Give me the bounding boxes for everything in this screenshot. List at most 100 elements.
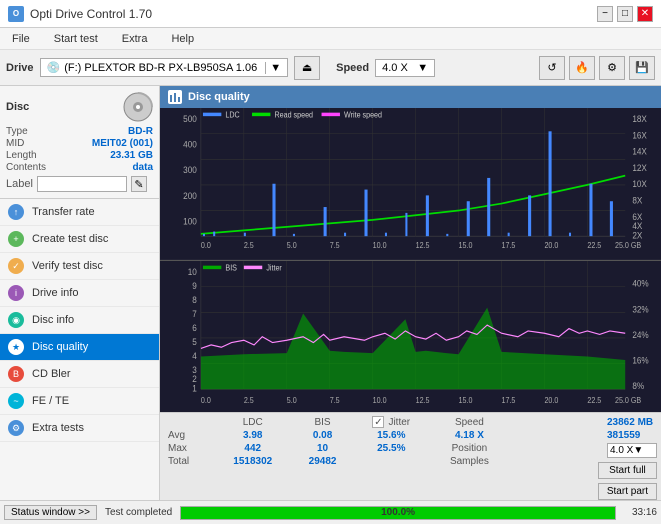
svg-text:16%: 16% [632, 355, 649, 366]
svg-text:4: 4 [192, 350, 197, 361]
drive-icon: 💿 [47, 61, 61, 74]
total-bis: 29482 [292, 455, 352, 468]
svg-text:8: 8 [192, 294, 197, 305]
speed-select-stats[interactable]: 4.0 X ▼ [607, 443, 657, 458]
svg-text:20.0: 20.0 [544, 395, 558, 405]
burn-button[interactable]: 🔥 [569, 56, 595, 80]
drive-dropdown-arrow: ▼ [265, 62, 281, 74]
sidebar-item-extra-tests[interactable]: ⚙ Extra tests [0, 415, 159, 442]
svg-text:15.0: 15.0 [459, 395, 473, 405]
chart-top: 500 400 300 200 100 18X 16X 14X 12X 10X … [160, 108, 661, 261]
svg-text:5: 5 [192, 336, 197, 347]
svg-text:12.5: 12.5 [416, 240, 430, 250]
sidebar-item-label: Disc quality [32, 341, 88, 353]
disc-mid-row: MID MEIT02 (001) [6, 138, 153, 149]
svg-text:1: 1 [192, 383, 197, 394]
speed-row: 4.0 X ▼ [607, 443, 657, 458]
svg-text:7.5: 7.5 [330, 240, 340, 250]
speed-select-arrow: ▼ [633, 445, 643, 456]
col-header-speed: Speed [430, 415, 509, 429]
sidebar-item-label: FE / TE [32, 395, 69, 407]
avg-speed: 4.18 X [430, 429, 509, 442]
sidebar-item-fe-te[interactable]: ~ FE / TE [0, 388, 159, 415]
speed-value: 4.0 X [382, 62, 413, 74]
maximize-button[interactable]: □ [617, 6, 633, 22]
avg-label: Avg [164, 429, 213, 442]
top-chart-svg: 500 400 300 200 100 18X 16X 14X 12X 10X … [160, 108, 661, 260]
chart-bottom: 10 9 8 7 6 5 4 3 2 1 40% 32% 24% 16% 8% [160, 261, 661, 413]
disc-label-input[interactable] [37, 176, 127, 192]
stats-right: 23862 MB 381559 4.0 X ▼ Start full Start [517, 415, 657, 498]
disc-type-row: Type BD-R [6, 126, 153, 137]
svg-text:5.0: 5.0 [287, 240, 297, 250]
sidebar-item-cd-bler[interactable]: B CD Bler [0, 361, 159, 388]
create-test-disc-icon: + [8, 231, 24, 247]
sidebar-item-create-test-disc[interactable]: + Create test disc [0, 226, 159, 253]
sidebar-item-disc-info[interactable]: ◉ Disc info [0, 307, 159, 334]
status-time: 33:16 [632, 507, 657, 518]
svg-text:7: 7 [192, 308, 197, 319]
max-jitter: 25.5% [353, 442, 430, 455]
sidebar-item-transfer-rate[interactable]: ↑ Transfer rate [0, 199, 159, 226]
max-label: Max [164, 442, 213, 455]
svg-text:Read speed: Read speed [275, 110, 314, 120]
start-full-button[interactable]: Start full [598, 462, 657, 479]
sidebar-item-label: Verify test disc [32, 260, 103, 272]
status-window-button[interactable]: Status window >> [4, 505, 97, 520]
menu-extra[interactable]: Extra [118, 32, 152, 46]
sidebar-menu: ↑ Transfer rate + Create test disc ✓ Ver… [0, 199, 159, 500]
svg-text:2.5: 2.5 [244, 395, 254, 405]
svg-text:24%: 24% [632, 329, 649, 340]
svg-text:Write speed: Write speed [344, 110, 382, 120]
position-value: 23862 MB [607, 417, 653, 428]
svg-text:2X: 2X [632, 230, 642, 241]
sidebar-item-label: CD Bler [32, 368, 71, 380]
sidebar-item-disc-quality[interactable]: ★ Disc quality [0, 334, 159, 361]
svg-text:12.5: 12.5 [416, 395, 430, 405]
col-header-empty [164, 415, 213, 429]
total-jitter [353, 455, 430, 468]
svg-text:32%: 32% [632, 303, 649, 314]
start-part-button[interactable]: Start part [598, 483, 657, 500]
drive-select[interactable]: 💿 (F:) PLEXTOR BD-R PX-LB950SA 1.06 ▼ [40, 58, 289, 77]
minimize-button[interactable]: − [597, 6, 613, 22]
menu-file[interactable]: File [8, 32, 34, 46]
save-button[interactable]: 💾 [629, 56, 655, 80]
jitter-checkbox[interactable]: ✓ [372, 416, 384, 428]
menu-help[interactable]: Help [167, 32, 198, 46]
eject-button[interactable]: ⏏ [294, 56, 320, 80]
refresh-button[interactable]: ↺ [539, 56, 565, 80]
sidebar-item-drive-info[interactable]: i Drive info [0, 280, 159, 307]
titlebar-controls[interactable]: − □ ✕ [597, 6, 653, 22]
settings-button[interactable]: ⚙ [599, 56, 625, 80]
titlebar: O Opti Drive Control 1.70 − □ ✕ [0, 0, 661, 28]
status-message: Test completed [105, 507, 172, 518]
disc-label-icon-btn[interactable]: ✎ [131, 176, 147, 192]
toolbar: Drive 💿 (F:) PLEXTOR BD-R PX-LB950SA 1.0… [0, 50, 661, 86]
stats-avg-row: Avg 3.98 0.08 15.6% 4.18 X [164, 429, 509, 442]
charts-area: 500 400 300 200 100 18X 16X 14X 12X 10X … [160, 108, 661, 412]
svg-text:16X: 16X [632, 130, 647, 141]
speed-select[interactable]: 4.0 X ▼ [375, 59, 435, 77]
svg-text:22.5: 22.5 [587, 395, 601, 405]
sidebar-item-label: Create test disc [32, 233, 108, 245]
sidebar-item-verify-test-disc[interactable]: ✓ Verify test disc [0, 253, 159, 280]
position-row: 23862 MB [607, 417, 657, 428]
sidebar-item-label: Drive info [32, 287, 78, 299]
svg-text:40%: 40% [632, 278, 649, 289]
avg-bis: 0.08 [292, 429, 352, 442]
disc-panel: Disc Type BD-R MID MEIT02 (001) Length 2… [0, 86, 159, 199]
total-ldc: 1518302 [213, 455, 292, 468]
svg-text:200: 200 [183, 190, 197, 201]
samples-row: 381559 [607, 430, 657, 441]
svg-text:10: 10 [188, 266, 197, 277]
close-button[interactable]: ✕ [637, 6, 653, 22]
svg-text:LDC: LDC [225, 110, 240, 120]
progress-text: 100.0% [181, 507, 615, 519]
stats-table: LDC BIS ✓ Jitter Speed [164, 415, 509, 498]
extra-tests-icon: ⚙ [8, 420, 24, 436]
svg-text:9: 9 [192, 280, 197, 291]
disc-type-value: BD-R [128, 126, 153, 137]
disc-quality-icon: ★ [8, 339, 24, 355]
menu-start-test[interactable]: Start test [50, 32, 102, 46]
